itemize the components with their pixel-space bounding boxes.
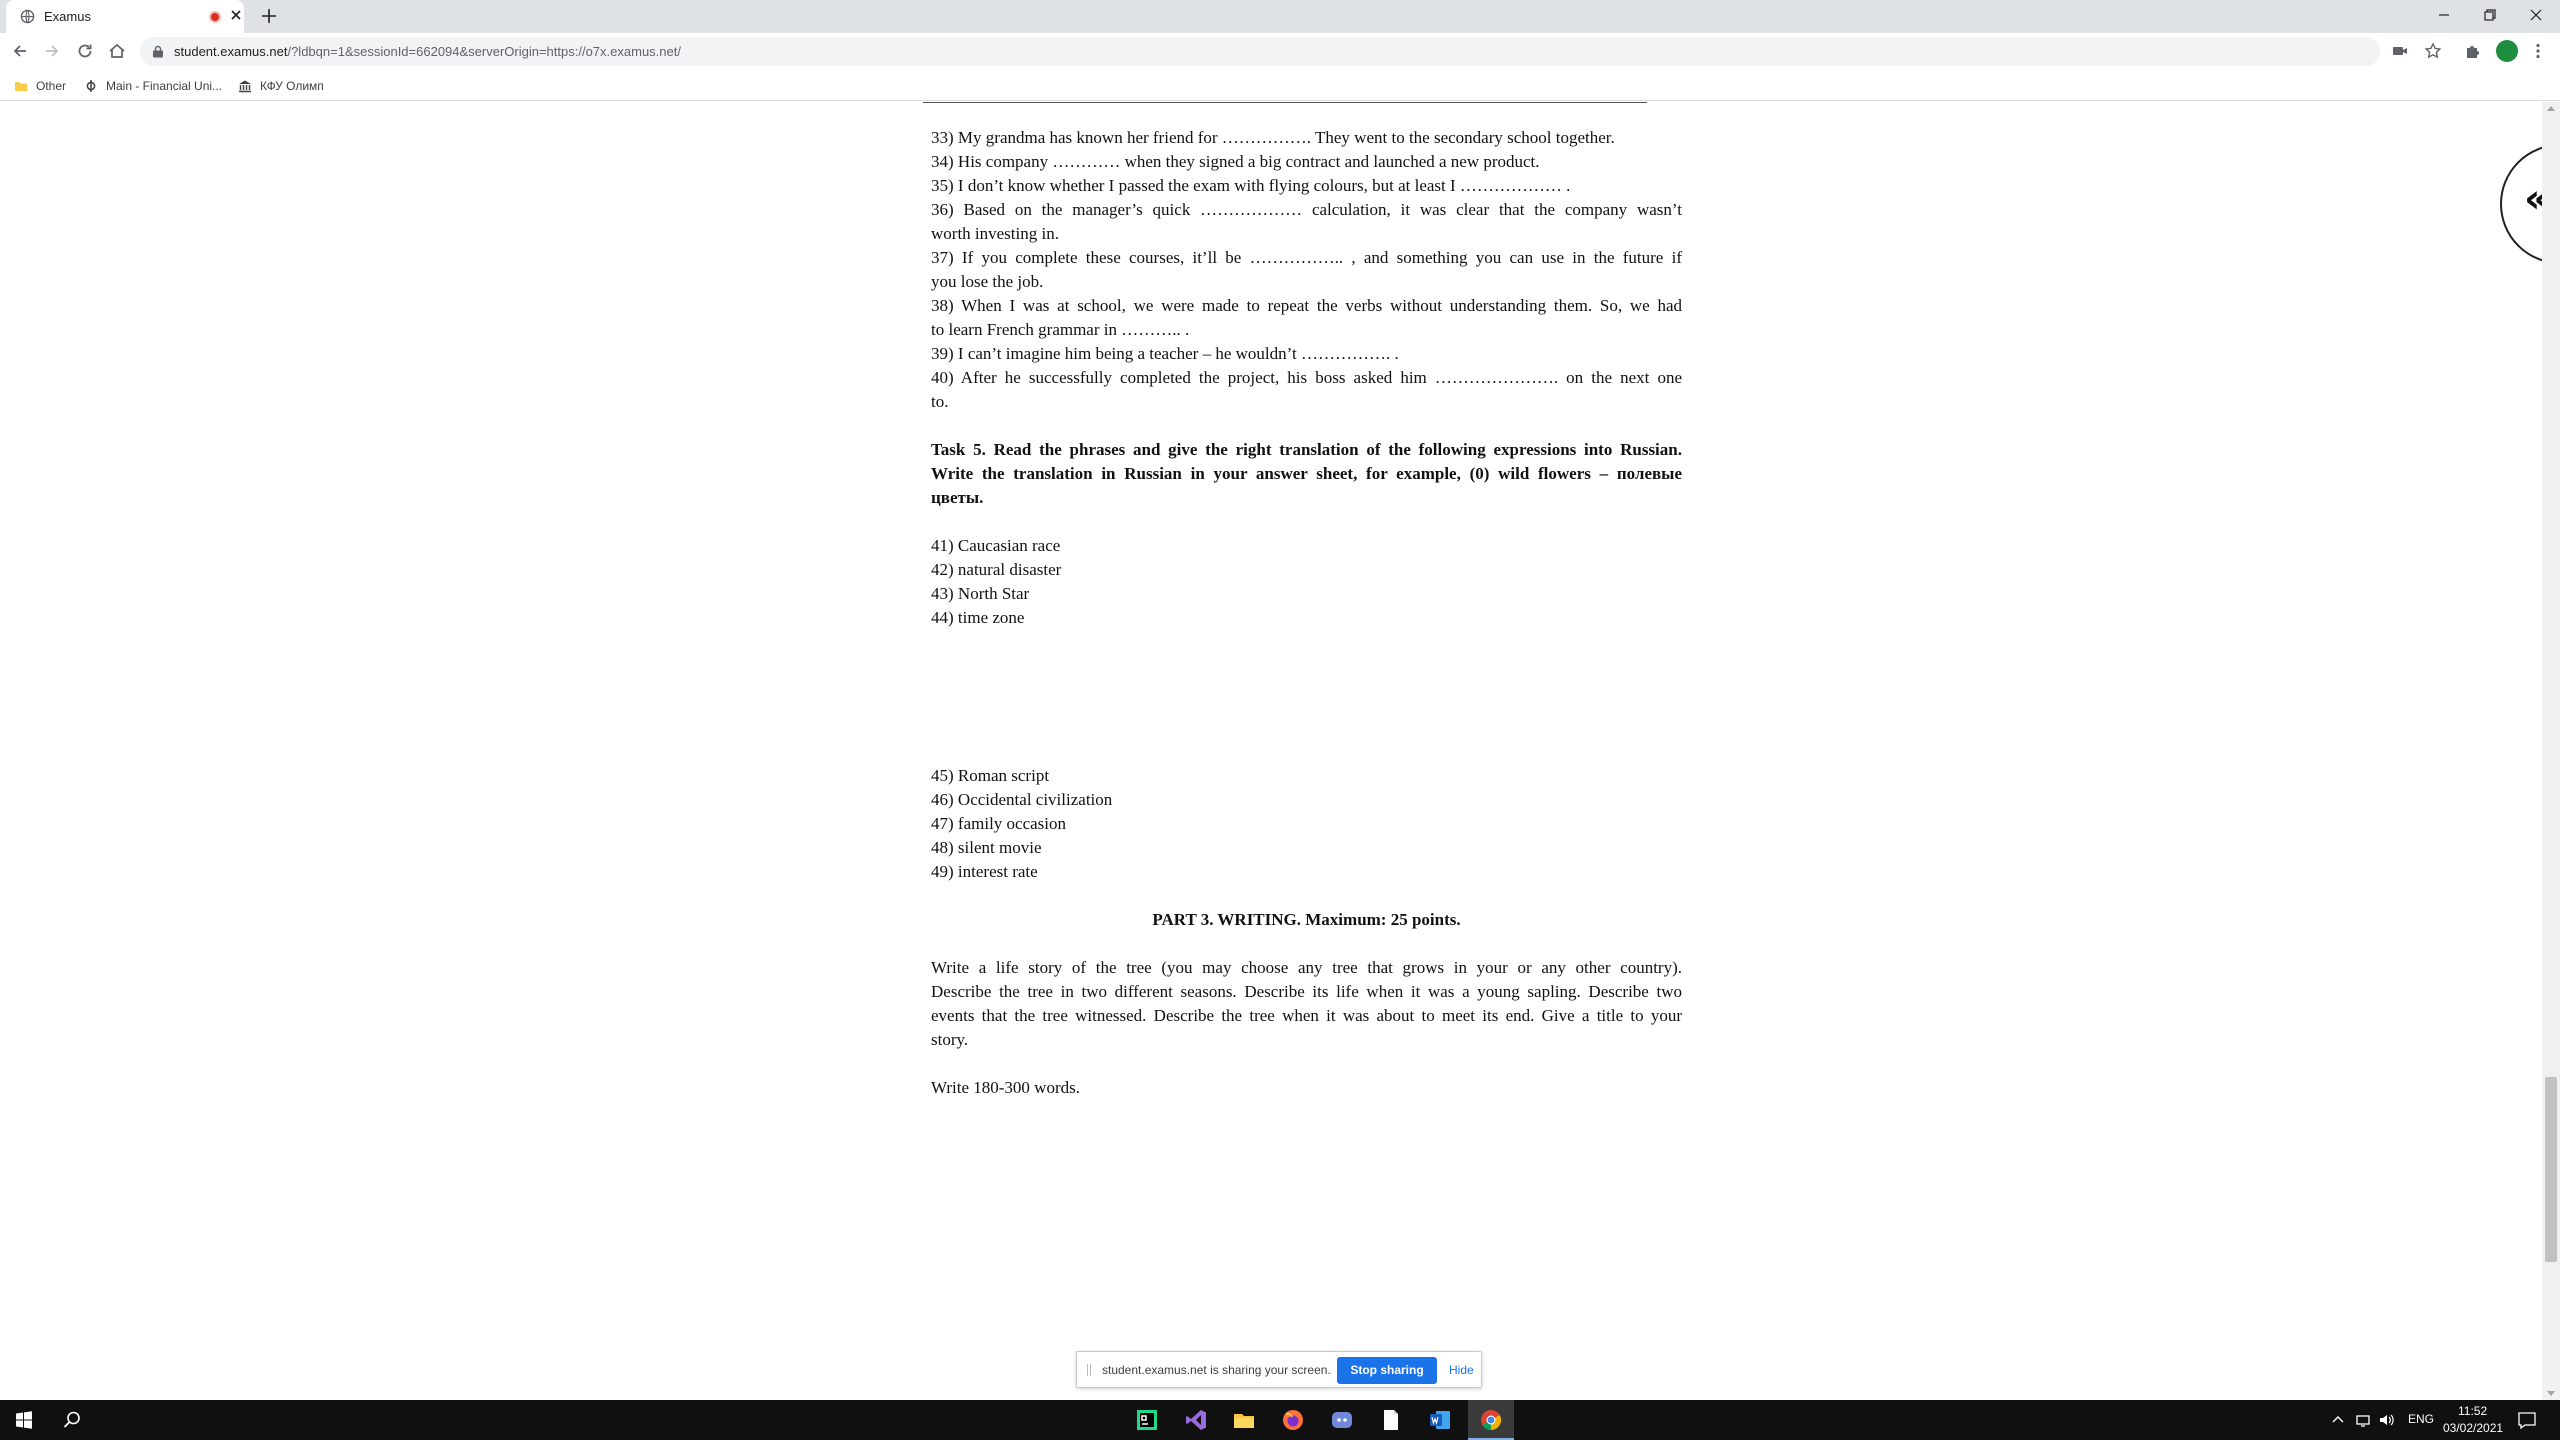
firefox-icon[interactable] [1281, 1408, 1305, 1432]
windows-start-icon[interactable] [12, 1408, 36, 1432]
writing-prompt-line-4: story. [931, 1030, 969, 1049]
task5-instructions-line-1: Task 5. Read the phrases and give the ri… [931, 440, 1682, 459]
writing-prompt-line-2: Describe the tree in two different seaso… [931, 982, 1682, 1001]
tab-title: Examus [44, 9, 91, 24]
separator-line [923, 102, 1647, 103]
bookmarks-bar: Other Main - Financial Uni... КФУ Олимп [0, 70, 2560, 101]
forward-arrow-icon[interactable] [42, 41, 62, 61]
question-33: 33) My grandma has known her friend for … [931, 128, 1615, 147]
chrome-icon[interactable] [1479, 1408, 1503, 1432]
home-icon[interactable] [107, 41, 127, 61]
word-icon[interactable] [1428, 1408, 1452, 1432]
visual-studio-icon[interactable] [1184, 1408, 1208, 1432]
writing-prompt-line-3: events that the tree witnessed. Describe… [931, 1006, 1682, 1025]
sharing-message: student.examus.net is sharing your scree… [1102, 1363, 1331, 1377]
windows-taskbar: ENG 11:52 03/02/2021 [0, 1400, 2560, 1440]
notepad-icon[interactable] [1379, 1408, 1403, 1432]
task5-instructions-line-3: цветы. [931, 488, 984, 507]
question-37-line-2: you lose the job. [931, 272, 1044, 291]
question-37-line-1: 37) If you complete these courses, it’ll… [931, 248, 1682, 267]
url-host: student.examus.net [174, 44, 288, 59]
phrase-49: 49) interest rate [931, 862, 1038, 881]
reload-icon[interactable] [75, 41, 95, 61]
url-path: /?ldbqn=1&sessionId=662094&serverOrigin=… [287, 44, 681, 59]
file-explorer-icon[interactable] [1232, 1408, 1256, 1432]
phi-icon [86, 80, 96, 92]
back-arrow-icon[interactable] [10, 41, 30, 61]
restore-icon[interactable] [2480, 5, 2500, 25]
globe-icon [20, 9, 35, 24]
scroll-thumb[interactable] [2545, 1077, 2557, 1262]
phrase-47: 47) family occasion [931, 814, 1067, 833]
part3-heading: PART 3. WRITING. Maximum: 25 points. [1152, 910, 1461, 929]
new-tab-icon[interactable] [260, 7, 278, 25]
phrase-45: 45) Roman script [931, 766, 1050, 785]
volume-icon[interactable] [2378, 1408, 2396, 1432]
institution-icon [239, 80, 251, 93]
question-36-line-1: 36) Based on the manager’s quick ……………… … [931, 200, 1682, 219]
bookmark-label: КФУ Олимп [260, 79, 324, 93]
screen-sharing-bar: student.examus.net is sharing your scree… [1076, 1351, 1482, 1388]
task5-instructions-line-2: Write the translation in Russian in your… [931, 464, 1682, 483]
bookmark-kfu-olimp[interactable]: КФУ Олимп [238, 77, 324, 95]
phrase-42: 42) natural disaster [931, 560, 1062, 579]
phrase-46: 46) Occidental civilization [931, 790, 1113, 809]
extensions-puzzle-icon[interactable] [2463, 41, 2483, 61]
close-window-icon[interactable] [2526, 5, 2546, 25]
menu-kebab-icon[interactable] [2528, 41, 2548, 61]
question-40-line-2: to. [931, 392, 949, 411]
close-tab-icon[interactable] [228, 7, 244, 23]
network-icon[interactable] [2354, 1408, 2372, 1432]
bookmark-label: Main - Financial Uni... [106, 79, 223, 93]
word-count-requirement: Write 180-300 words. [931, 1078, 1080, 1097]
bookmark-other[interactable]: Other [14, 77, 66, 95]
scroll-up-arrow-icon[interactable] [2547, 106, 2555, 111]
bookmark-financial-uni[interactable]: Main - Financial Uni... [84, 77, 222, 95]
page-scrollbar[interactable] [2542, 102, 2560, 1400]
discord-icon[interactable] [1330, 1408, 1354, 1432]
address-bar[interactable]: student.examus.net/?ldbqn=1&sessionId=66… [140, 37, 2380, 66]
notification-center-icon[interactable] [2516, 1408, 2538, 1432]
page-viewport: 33) My grandma has known her friend for … [0, 102, 2560, 1400]
phrase-43: 43) North Star [931, 584, 1030, 603]
browser-tab-examus[interactable]: Examus [6, 0, 244, 33]
url-text: student.examus.net/?ldbqn=1&sessionId=66… [174, 44, 681, 59]
question-35: 35) I don’t know whether I passed the ex… [931, 176, 1571, 195]
lock-icon[interactable] [152, 45, 164, 58]
phrase-48: 48) silent movie [931, 838, 1042, 857]
folder-icon [15, 82, 27, 91]
question-38-line-1: 38) When I was at school, we were made t… [931, 296, 1682, 315]
bookmark-star-icon[interactable] [2423, 41, 2443, 61]
question-34: 34) His company ………… when they signed a … [931, 152, 1540, 171]
language-indicator[interactable]: ENG [2408, 1412, 2434, 1426]
camera-icon[interactable] [2390, 41, 2410, 61]
browser-toolbar: student.examus.net/?ldbqn=1&sessionId=66… [0, 33, 2560, 70]
clock-date[interactable]: 03/02/2021 [2443, 1421, 2503, 1435]
minimize-icon[interactable] [2434, 5, 2454, 25]
hide-button[interactable]: Hide [1449, 1363, 1474, 1377]
question-36-line-2: worth investing in. [931, 224, 1059, 243]
phrase-41: 41) Caucasian race [931, 536, 1061, 555]
question-40-line-1: 40) After he successfully completed the … [931, 368, 1682, 387]
pycharm-icon[interactable] [1135, 1408, 1159, 1432]
clock-time[interactable]: 11:52 [2458, 1404, 2487, 1418]
tray-chevron-up-icon[interactable] [2330, 1408, 2346, 1432]
bookmark-label: Other [36, 79, 67, 93]
search-icon[interactable] [60, 1408, 84, 1432]
question-38-line-2: to learn French grammar in ……….. . [931, 320, 1190, 339]
question-39: 39) I can’t imagine him being a teacher … [931, 344, 1399, 363]
phrase-44: 44) time zone [931, 608, 1025, 627]
tab-strip: Examus [0, 0, 2560, 33]
writing-prompt-line-1: Write a life story of the tree (you may … [931, 958, 1682, 977]
drag-handle-icon[interactable] [1087, 1364, 1091, 1376]
recording-indicator-icon [209, 11, 221, 23]
stop-sharing-button[interactable]: Stop sharing [1337, 1357, 1437, 1384]
profile-avatar[interactable] [2496, 40, 2518, 62]
scroll-down-arrow-icon[interactable] [2547, 1391, 2555, 1396]
